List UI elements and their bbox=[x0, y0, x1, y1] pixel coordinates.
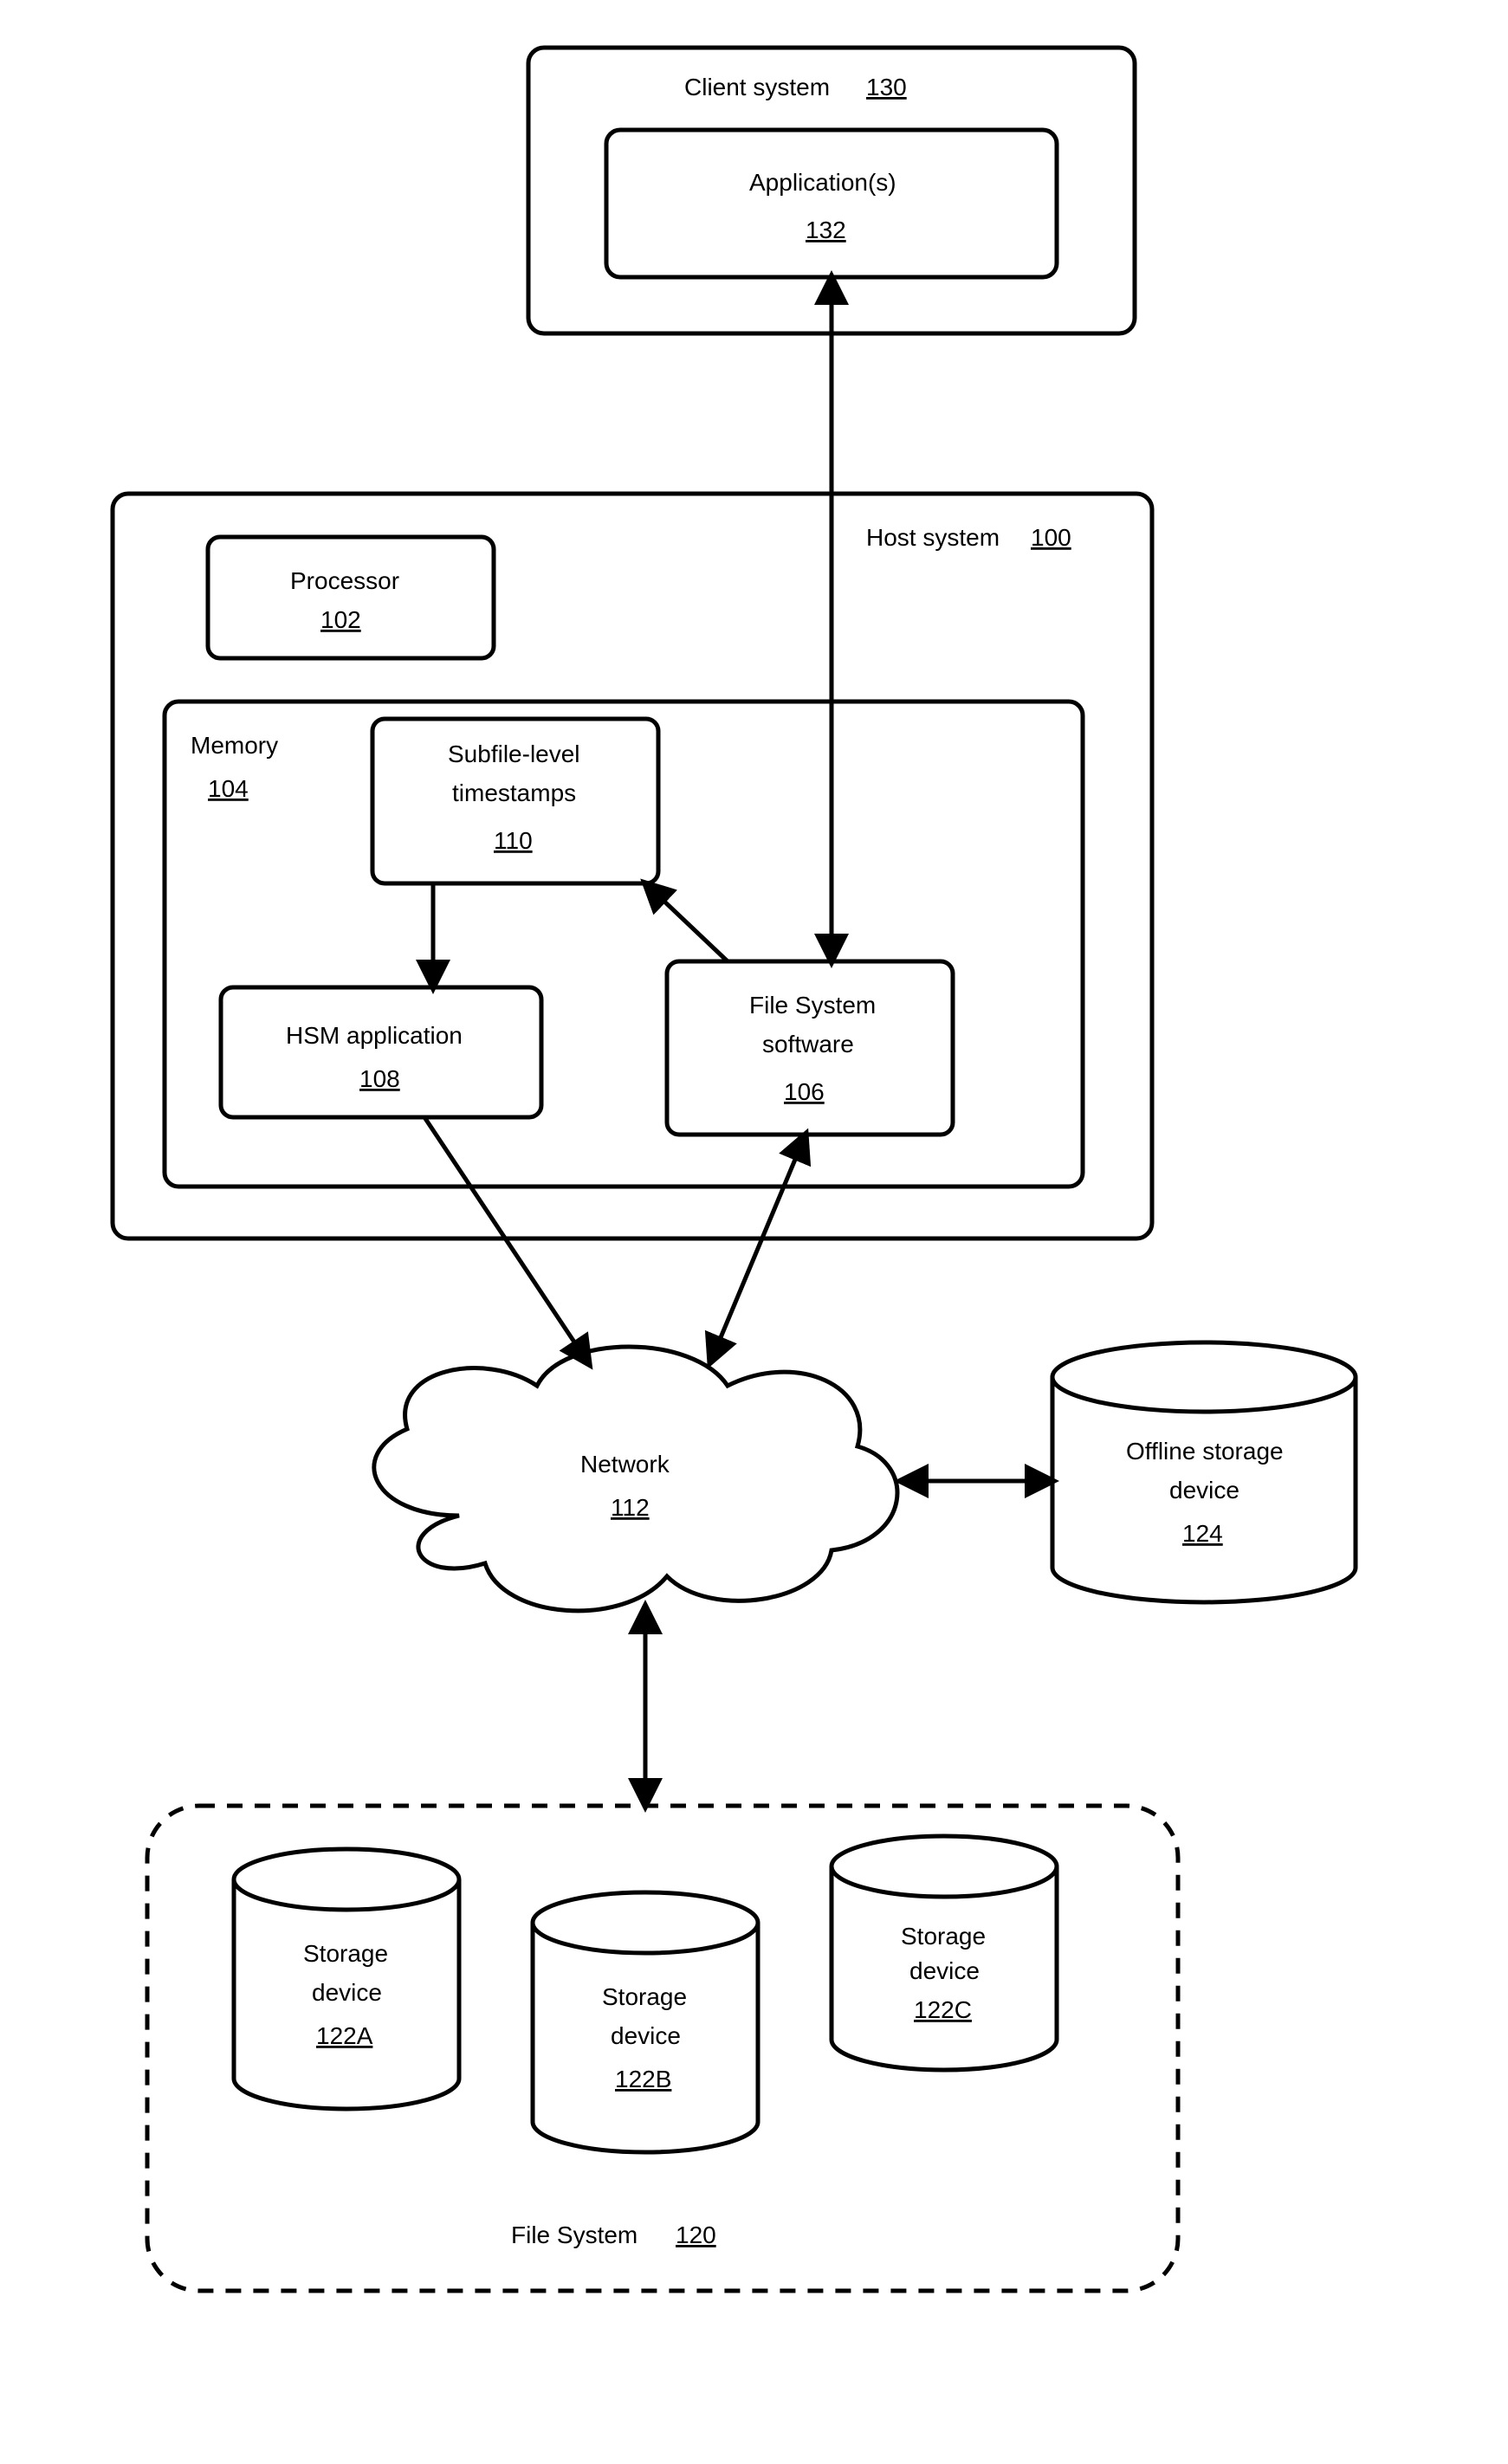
hsm-label: HSM application bbox=[286, 1022, 463, 1049]
offline-label1: Offline storage bbox=[1126, 1438, 1284, 1465]
host-system-block: Host system 100 Processor 102 Memory 104… bbox=[113, 494, 1152, 1238]
storage-device-b: Storage device 122B bbox=[533, 1892, 758, 2152]
sdA-ref: 122A bbox=[316, 2022, 373, 2049]
subfile-label2: timestamps bbox=[452, 779, 576, 806]
sdA-l2: device bbox=[312, 1979, 382, 2006]
offline-label2: device bbox=[1169, 1477, 1239, 1504]
sdB-ref: 122B bbox=[615, 2066, 671, 2092]
network-label: Network bbox=[580, 1451, 670, 1478]
applications-ref: 132 bbox=[806, 217, 846, 243]
applications-label: Application(s) bbox=[749, 169, 896, 196]
network-ref: 112 bbox=[611, 1494, 650, 1521]
fs-ref: 120 bbox=[676, 2221, 716, 2248]
host-ref: 100 bbox=[1031, 524, 1071, 551]
fss-label2: software bbox=[762, 1031, 854, 1057]
fss-ref: 106 bbox=[784, 1078, 825, 1105]
storage-device-c: Storage device 122C bbox=[832, 1836, 1057, 2070]
client-system-ref: 130 bbox=[866, 74, 907, 100]
hsm-ref: 108 bbox=[359, 1065, 400, 1092]
memory-ref: 104 bbox=[208, 775, 249, 802]
fss-label1: File System bbox=[749, 992, 876, 1019]
sdC-l2: device bbox=[909, 1957, 980, 1984]
offline-ref: 124 bbox=[1182, 1520, 1223, 1547]
file-system-group: File System 120 Storage device 122A Stor… bbox=[147, 1806, 1178, 2291]
storage-device-a: Storage device 122A bbox=[234, 1849, 459, 2109]
sdC-ref: 122C bbox=[914, 1996, 972, 2023]
host-label: Host system bbox=[866, 524, 1000, 551]
memory-label: Memory bbox=[191, 732, 278, 759]
fs-label: File System bbox=[511, 2221, 638, 2248]
diagram-canvas: Client system 130 Application(s) 132 Hos… bbox=[0, 0, 1508, 2464]
sdB-l1: Storage bbox=[602, 1983, 687, 2010]
processor-label: Processor bbox=[290, 567, 399, 594]
subfile-ref: 110 bbox=[494, 827, 533, 854]
sdB-l2: device bbox=[611, 2022, 681, 2049]
network-cloud: Network 112 bbox=[374, 1347, 897, 1611]
connectors bbox=[424, 277, 1052, 1806]
sdC-l1: Storage bbox=[901, 1923, 986, 1950]
offline-storage: Offline storage device 124 bbox=[1052, 1342, 1356, 1602]
subfile-label1: Subfile-level bbox=[448, 740, 580, 767]
client-system-label: Client system bbox=[684, 74, 830, 100]
processor-ref: 102 bbox=[320, 606, 361, 633]
sdA-l1: Storage bbox=[303, 1940, 388, 1967]
